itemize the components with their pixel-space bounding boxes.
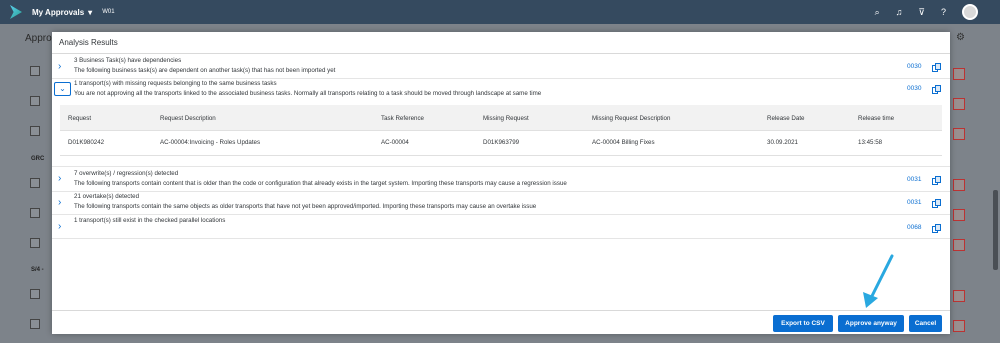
annotation-arrow-icon bbox=[863, 254, 894, 308]
